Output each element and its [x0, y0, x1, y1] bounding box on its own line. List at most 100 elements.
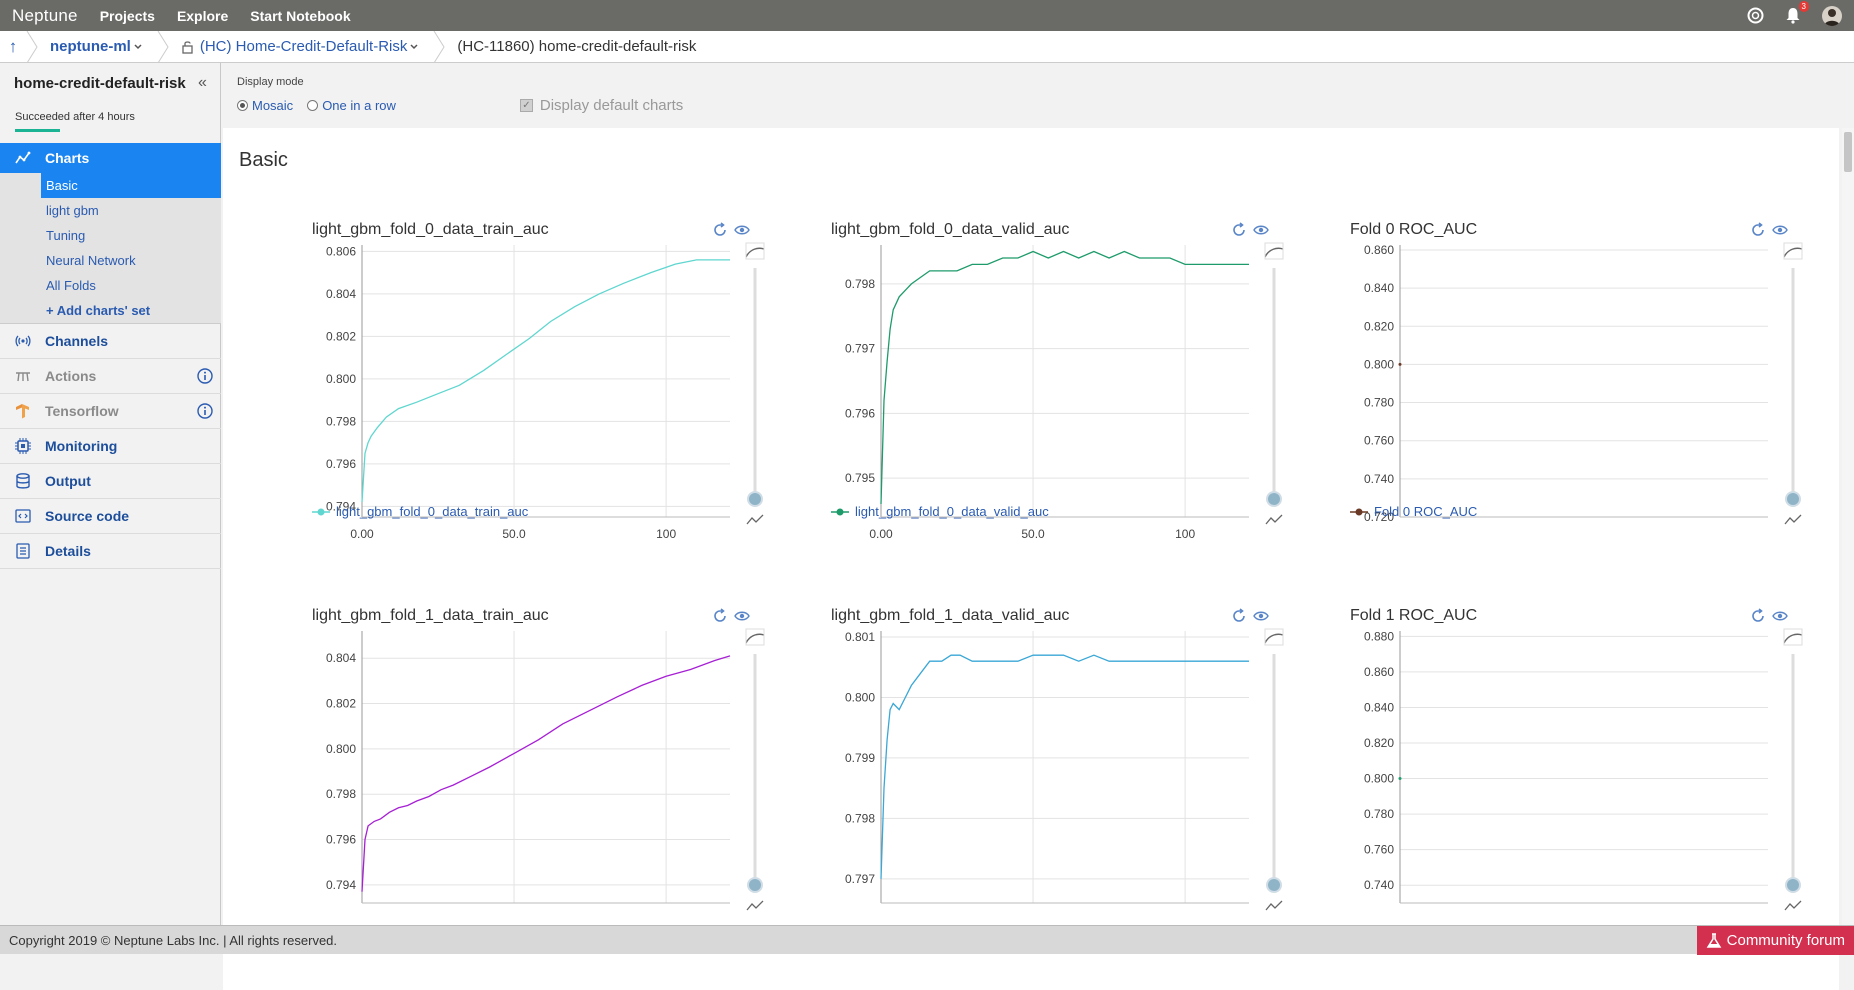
sidebar-item-monitoring[interactable]: Monitoring [0, 429, 221, 464]
breadcrumb-project[interactable]: neptune-ml [38, 31, 157, 63]
sidebar-item-label: Source code [45, 508, 130, 524]
nav-explore[interactable]: Explore [177, 8, 228, 24]
raw-data-icon[interactable] [746, 900, 764, 911]
sidebar-item-details[interactable]: Details [0, 534, 221, 569]
scrollbar-thumb[interactable] [1844, 132, 1852, 172]
up-arrow-icon[interactable]: ↑ [0, 37, 26, 57]
y-tick-label: 0.797 [845, 342, 875, 356]
scrollbar[interactable] [1842, 128, 1854, 925]
zoom-slider-handle[interactable] [1266, 491, 1282, 507]
breadcrumb-experiment: (HC-11860) home-credit-default-risk [457, 38, 697, 55]
sidebar-item-channels[interactable]: Channels [0, 324, 221, 359]
notifications-bell-icon[interactable]: 3 [1784, 0, 1809, 25]
smoothing-curve-icon[interactable] [1783, 247, 1803, 258]
y-tick-label: 0.802 [326, 697, 356, 711]
y-tick-label: 0.740 [1364, 878, 1394, 892]
group-name: (HC) Home-Credit-Default-Risk [199, 38, 408, 55]
chart-plot: 0.740 0.760 0.780 0.800 0.820 0.840 0.860 0.880 [1364, 628, 1803, 911]
info-icon[interactable] [197, 368, 213, 387]
info-icon[interactable] [197, 403, 213, 422]
x-tick-label: 100 [656, 527, 676, 541]
raw-data-icon[interactable] [1265, 514, 1283, 525]
smoothing-curve-icon[interactable] [1264, 247, 1284, 258]
chart-set-basic[interactable]: Basic [41, 173, 221, 198]
chart-set-tuning[interactable]: Tuning [0, 223, 221, 248]
radio-mosaic-label[interactable]: Mosaic [252, 98, 293, 113]
chart-card: 0.797 0.798 0.799 0.800 0.801 light_gbm_fold_… [831, 607, 1301, 977]
zoom-slider-handle[interactable] [1785, 491, 1801, 507]
flask-icon [1706, 932, 1721, 948]
y-tick-label: 0.780 [1364, 807, 1394, 821]
display-default-charts-checkbox[interactable]: ✓ [519, 99, 533, 112]
eye-icon[interactable] [1253, 608, 1269, 624]
add-charts-set-button[interactable]: + Add charts' set [0, 298, 221, 323]
eye-icon[interactable] [734, 222, 750, 238]
refresh-icon[interactable] [1231, 222, 1247, 238]
refresh-icon[interactable] [1231, 608, 1247, 624]
zoom-slider-handle[interactable] [747, 877, 763, 893]
chart-card: 0.794 0.796 0.798 0.800 0.802 0.804 0.806 0.00 5… [312, 221, 782, 591]
raw-data-icon[interactable] [1784, 900, 1802, 911]
legend-marker [1350, 508, 1368, 515]
zoom-slider-handle[interactable] [747, 491, 763, 507]
breadcrumb-group[interactable]: (HC) Home-Credit-Default-Risk [169, 31, 434, 63]
chart-set-light-gbm[interactable]: light gbm [0, 198, 221, 223]
sidebar-item-label: Channels [45, 333, 109, 349]
legend-label: Fold 0 ROC_AUC [1374, 504, 1478, 519]
community-forum-button[interactable]: Community forum [1696, 926, 1854, 955]
y-tick-label: 0.806 [326, 244, 356, 258]
eye-icon[interactable] [1772, 608, 1788, 624]
smoothing-curve-icon[interactable] [1264, 633, 1284, 644]
user-avatar[interactable] [1822, 5, 1842, 26]
sidebar-item-output[interactable]: Output [0, 464, 221, 499]
chart-set-neural-network[interactable]: Neural Network [0, 248, 221, 273]
display-mode-label: Display mode [237, 76, 304, 88]
raw-data-icon[interactable] [1784, 514, 1802, 525]
sidebar-item-label: Tensorflow [45, 403, 119, 419]
chart-card: 0.795 0.796 0.797 0.798 0.00 50.0 100 light_gbm… [831, 221, 1301, 591]
refresh-icon[interactable] [1750, 608, 1766, 624]
raw-data-icon[interactable] [746, 514, 764, 525]
y-tick-label: 0.740 [1364, 472, 1394, 486]
eye-icon[interactable] [734, 608, 750, 624]
smoothing-button-frame [1264, 242, 1284, 260]
smoothing-curve-icon[interactable] [745, 633, 765, 644]
radio-mosaic[interactable] [237, 100, 248, 111]
smoothing-curve-icon[interactable] [1783, 633, 1803, 644]
top-navbar: Neptune Projects Explore Start Notebook … [0, 0, 1854, 31]
refresh-icon[interactable] [712, 222, 728, 238]
sidebar-item-charts[interactable]: Charts [0, 143, 221, 173]
neptune-logo[interactable]: Neptune [12, 6, 78, 26]
code-icon [14, 507, 32, 525]
tensorflow-icon [14, 402, 32, 420]
raw-data-icon[interactable] [1265, 900, 1283, 911]
y-tick-label: 0.800 [326, 372, 356, 386]
chart-legend[interactable]: light_gbm_fold_0_data_valid_auc [831, 504, 1049, 519]
chart-set-all-folds[interactable]: All Folds [0, 273, 221, 298]
eye-icon[interactable] [1772, 222, 1788, 238]
sidebar: home-credit-default-risk « Succeeded aft… [0, 63, 221, 925]
sidebar-item-tensorflow[interactable]: Tensorflow [0, 394, 221, 429]
sidebar-item-actions[interactable]: Actions [0, 359, 221, 394]
breadcrumb-separator [157, 30, 169, 63]
nav-start-notebook[interactable]: Start Notebook [250, 8, 350, 24]
help-lifebuoy-icon[interactable] [1746, 7, 1764, 25]
y-tick-label: 0.880 [1364, 629, 1394, 643]
refresh-icon[interactable] [1750, 222, 1766, 238]
y-tick-label: 0.802 [326, 329, 356, 343]
chart-legend[interactable]: Fold 0 ROC_AUC [1350, 504, 1477, 519]
radio-one-in-a-row-label[interactable]: One in a row [322, 98, 396, 113]
eye-icon[interactable] [1253, 222, 1269, 238]
nav-projects[interactable]: Projects [100, 8, 155, 24]
zoom-slider-handle[interactable] [1785, 877, 1801, 893]
smoothing-curve-icon[interactable] [745, 247, 765, 258]
refresh-icon[interactable] [712, 608, 728, 624]
chart-card: 0.794 0.796 0.798 0.800 0.802 0.804 light_gbm_… [312, 607, 782, 977]
collapse-sidebar-icon[interactable]: « [198, 74, 207, 92]
legend-marker [831, 508, 849, 515]
community-forum-label: Community forum [1726, 932, 1845, 949]
chart-legend[interactable]: light_gbm_fold_0_data_train_auc [312, 504, 528, 519]
sidebar-item-source-code[interactable]: Source code [0, 499, 221, 534]
radio-one-in-a-row[interactable] [307, 100, 319, 111]
zoom-slider-handle[interactable] [1266, 877, 1282, 893]
